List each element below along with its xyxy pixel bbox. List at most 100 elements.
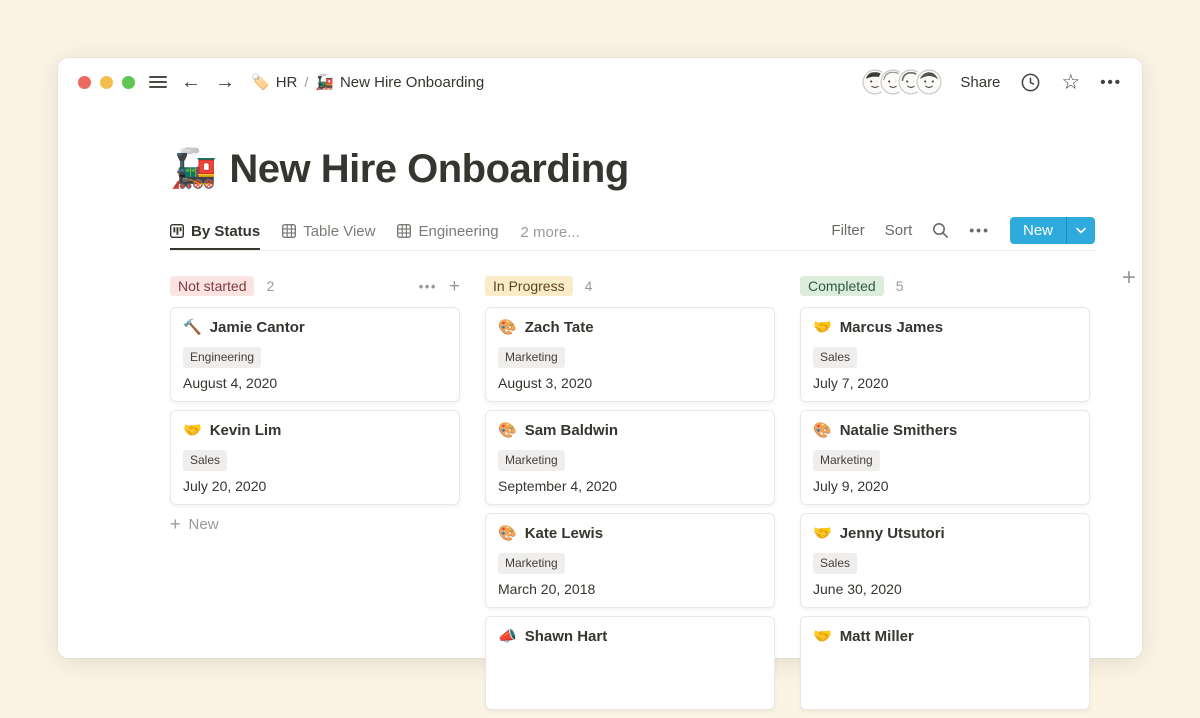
locomotive-emoji-icon[interactable]: 🚂 xyxy=(170,150,217,188)
avatar[interactable] xyxy=(916,69,942,95)
add-card-label: New xyxy=(189,516,219,533)
filter-button[interactable]: Filter xyxy=(831,222,864,239)
kanban-board: Not started 2 ••• + 🔨Jamie Cantor Engine… xyxy=(170,273,1095,718)
column-completed: Completed 5 🤝 Marcus James Sales July 7, … xyxy=(800,273,1090,718)
card-title: Matt Miller xyxy=(840,627,914,647)
megaphone-emoji-icon: 📣 xyxy=(498,627,517,647)
department-tag: Marketing xyxy=(813,450,880,471)
sidebar-menu-icon[interactable] xyxy=(149,76,167,88)
share-button[interactable]: Share xyxy=(960,74,1000,91)
card-title: Natalie Smithers xyxy=(840,421,958,441)
view-controls: Filter Sort ••• New xyxy=(831,214,1095,250)
chevron-down-icon xyxy=(1076,227,1086,234)
app-window: ← → 🏷️ HR / 🚂 New Hire Onboarding Share … xyxy=(58,58,1142,658)
status-badge[interactable]: Completed xyxy=(800,276,884,296)
column-count: 4 xyxy=(585,278,593,294)
column-actions: ••• + xyxy=(419,277,460,296)
minimize-window-button[interactable] xyxy=(100,76,113,89)
card-title: Zach Tate xyxy=(525,318,594,338)
view-more-options-icon[interactable]: ••• xyxy=(969,222,990,238)
breadcrumb-workspace[interactable]: HR xyxy=(276,74,298,91)
breadcrumb-separator: / xyxy=(304,74,308,90)
column-header: Not started 2 ••• + xyxy=(170,273,460,299)
card-title: Sam Baldwin xyxy=(525,421,618,441)
close-window-button[interactable] xyxy=(78,76,91,89)
board-view-icon xyxy=(170,224,184,238)
window-topbar: ← → 🏷️ HR / 🚂 New Hire Onboarding Share … xyxy=(58,58,1142,106)
department-tag: Sales xyxy=(813,347,857,368)
start-date: July 9, 2020 xyxy=(813,478,1077,494)
status-badge[interactable]: In Progress xyxy=(485,276,573,296)
page-train-icon: 🚂 xyxy=(315,73,334,91)
breadcrumb-page[interactable]: New Hire Onboarding xyxy=(340,74,484,91)
page-title-text[interactable]: New Hire Onboarding xyxy=(229,147,628,192)
card-partial[interactable]: 🤝Matt Miller xyxy=(800,616,1090,710)
new-button-chevron[interactable] xyxy=(1067,217,1095,244)
table-view-icon xyxy=(397,224,411,238)
collaborator-avatars xyxy=(862,69,942,95)
add-group-icon[interactable]: + xyxy=(1122,266,1136,290)
handshake-emoji-icon: 🤝 xyxy=(813,318,832,338)
traffic-lights xyxy=(78,76,135,89)
department-tag: Marketing xyxy=(498,450,565,471)
card-title: Kevin Lim xyxy=(210,421,282,441)
new-button: New xyxy=(1010,217,1095,244)
table-view-icon xyxy=(282,224,296,238)
tab-label: Table View xyxy=(303,223,375,240)
more-views-link[interactable]: 2 more... xyxy=(521,214,580,250)
favorite-star-icon[interactable]: ☆ xyxy=(1061,72,1080,93)
start-date: June 30, 2020 xyxy=(813,581,1077,597)
card-marcus-james[interactable]: 🤝 Marcus James Sales July 7, 2020 xyxy=(800,307,1090,402)
department-tag: Sales xyxy=(813,553,857,574)
sort-button[interactable]: Sort xyxy=(885,222,913,239)
start-date: July 20, 2020 xyxy=(183,478,447,494)
column-menu-icon[interactable]: ••• xyxy=(419,279,437,294)
start-date: August 4, 2020 xyxy=(183,375,447,391)
card-natalie-smithers[interactable]: 🎨 Natalie Smithers Marketing July 9, 2020 xyxy=(800,410,1090,505)
start-date: March 20, 2018 xyxy=(498,581,762,597)
plus-icon: + xyxy=(170,515,181,533)
column-count: 2 xyxy=(266,278,274,294)
column-header: Completed 5 xyxy=(800,273,1090,299)
view-tabs-bar: By Status Table View Engineering 2 more.… xyxy=(170,214,1095,251)
card-jamie-cantor[interactable]: 🔨Jamie Cantor Engineering August 4, 2020 xyxy=(170,307,460,402)
card-kevin-lim[interactable]: 🤝Kevin Lim Sales July 20, 2020 xyxy=(170,410,460,505)
card-partial[interactable]: 📣Shawn Hart xyxy=(485,616,775,710)
topbar-actions: Share ☆ ••• xyxy=(862,69,1122,95)
department-tag: Engineering xyxy=(183,347,261,368)
start-date: July 7, 2020 xyxy=(813,375,1077,391)
breadcrumb: 🏷️ HR / 🚂 New Hire Onboarding xyxy=(251,73,484,91)
palette-emoji-icon: 🎨 xyxy=(498,524,517,544)
page-title: 🚂 New Hire Onboarding xyxy=(170,144,1095,194)
card-sam-baldwin[interactable]: 🎨Sam Baldwin Marketing September 4, 2020 xyxy=(485,410,775,505)
start-date: August 3, 2020 xyxy=(498,375,762,391)
zoom-window-button[interactable] xyxy=(122,76,135,89)
status-badge[interactable]: Not started xyxy=(170,276,254,296)
new-button-main[interactable]: New xyxy=(1010,217,1066,244)
add-card-button[interactable]: + New xyxy=(170,515,460,533)
column-not-started: Not started 2 ••• + 🔨Jamie Cantor Engine… xyxy=(170,273,460,718)
department-tag: Marketing xyxy=(498,553,565,574)
tab-by-status[interactable]: By Status xyxy=(170,214,260,250)
card-zach-tate[interactable]: 🎨Zach Tate Marketing August 3, 2020 xyxy=(485,307,775,402)
start-date: September 4, 2020 xyxy=(498,478,762,494)
page-content: 🚂 New Hire Onboarding By Status Table Vi… xyxy=(58,144,1142,718)
tab-engineering[interactable]: Engineering xyxy=(397,214,498,250)
column-count: 5 xyxy=(896,278,904,294)
tab-table-view[interactable]: Table View xyxy=(282,214,375,250)
department-tag: Sales xyxy=(183,450,227,471)
card-title: Marcus James xyxy=(840,318,943,338)
updates-clock-icon[interactable] xyxy=(1020,72,1041,93)
handshake-emoji-icon: 🤝 xyxy=(813,524,832,544)
forward-arrow-icon[interactable]: → xyxy=(215,72,235,92)
more-options-icon[interactable]: ••• xyxy=(1100,74,1122,91)
card-kate-lewis[interactable]: 🎨 Kate Lewis Marketing March 20, 2018 xyxy=(485,513,775,608)
palette-emoji-icon: 🎨 xyxy=(813,421,832,441)
card-jenny-utsutori[interactable]: 🤝Jenny Utsutori Sales June 30, 2020 xyxy=(800,513,1090,608)
column-add-icon[interactable]: + xyxy=(449,277,460,296)
tab-label: Engineering xyxy=(418,223,498,240)
back-arrow-icon[interactable]: ← xyxy=(181,72,201,92)
column-header: In Progress 4 xyxy=(485,273,775,299)
card-title: Kate Lewis xyxy=(525,524,603,544)
search-icon[interactable] xyxy=(932,222,949,239)
